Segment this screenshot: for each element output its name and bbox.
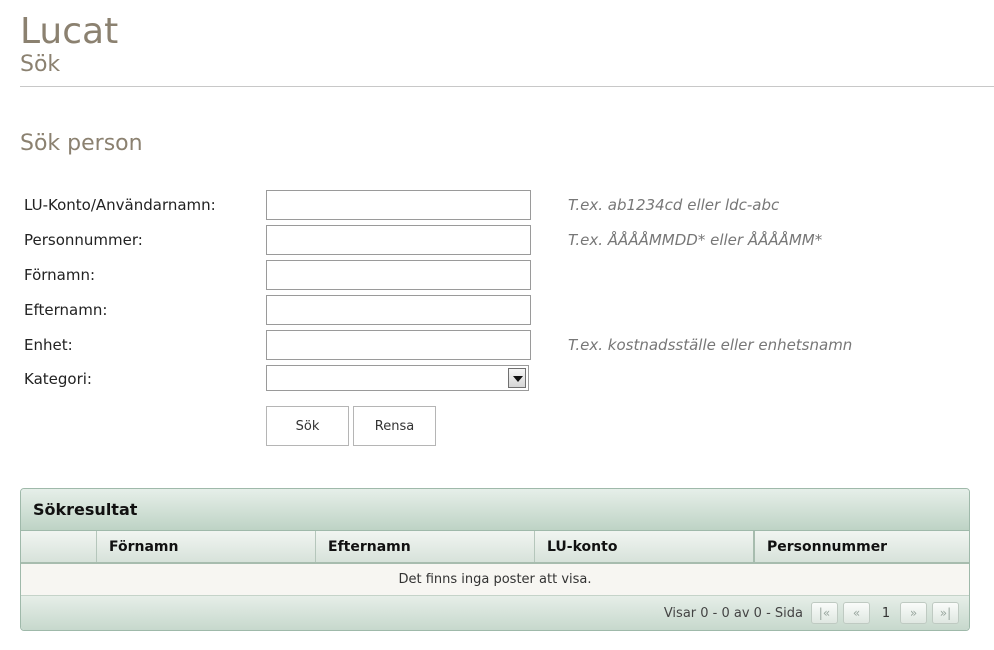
results-column-headers: Förnamn Efternamn LU-konto Personnummer xyxy=(21,531,969,564)
reset-button[interactable]: Rensa xyxy=(353,406,436,446)
first-page-icon[interactable]: |« xyxy=(811,602,838,624)
results-panel: Sökresultat Förnamn Efternamn LU-konto P… xyxy=(20,488,970,631)
last-name-label: Efternamn: xyxy=(24,301,108,319)
search-button[interactable]: Sök xyxy=(266,406,349,446)
previous-page-icon[interactable]: « xyxy=(843,602,870,624)
last-name-input[interactable] xyxy=(266,295,531,325)
personal-number-label: Personnummer: xyxy=(24,231,143,249)
page-subtitle: Sök xyxy=(20,52,61,77)
column-header-first-name[interactable]: Förnamn xyxy=(96,531,315,562)
category-label: Kategori: xyxy=(24,370,92,388)
form-row-first-name: Förnamn: xyxy=(0,260,994,290)
chevron-down-icon[interactable] xyxy=(508,368,526,388)
last-page-icon[interactable]: »| xyxy=(932,602,959,624)
results-title: Sökresultat xyxy=(33,500,138,519)
current-page-number: 1 xyxy=(881,606,891,621)
form-row-unit: Enhet: T.ex. kostnadsställe eller enhets… xyxy=(0,330,994,360)
unit-input[interactable] xyxy=(266,330,531,360)
column-header-personal-number[interactable]: Personnummer xyxy=(753,531,969,562)
form-row-last-name: Efternamn: xyxy=(0,295,994,325)
first-name-label: Förnamn: xyxy=(24,266,96,284)
form-row-category: Kategori: xyxy=(0,365,994,395)
personal-number-input[interactable] xyxy=(266,225,531,255)
username-hint: T.ex. ab1234cd eller ldc-abc xyxy=(568,196,780,214)
section-title: Sök person xyxy=(20,131,143,156)
unit-label: Enhet: xyxy=(24,336,73,354)
category-select[interactable] xyxy=(266,365,529,391)
unit-hint: T.ex. kostnadsställe eller enhetsnamn xyxy=(568,336,853,354)
column-header-select xyxy=(21,531,96,562)
pager-summary: Visar 0 - 0 av 0 - Sida xyxy=(663,606,803,621)
empty-results-message: Det finns inga poster att visa. xyxy=(21,564,969,596)
next-page-icon[interactable]: » xyxy=(900,602,927,624)
column-header-lu-account[interactable]: LU-konto xyxy=(534,531,753,562)
form-row-personal-number: Personnummer: T.ex. ÅÅÅÅMMDD* eller ÅÅÅÅ… xyxy=(0,225,994,255)
username-label: LU-Konto/Användarnamn: xyxy=(24,196,216,214)
first-name-input[interactable] xyxy=(266,260,531,290)
personal-number-hint: T.ex. ÅÅÅÅMMDD* eller ÅÅÅÅMM* xyxy=(568,231,823,249)
username-input[interactable] xyxy=(266,190,531,220)
form-row-username: LU-Konto/Användarnamn: T.ex. ab1234cd el… xyxy=(0,190,994,220)
results-header: Sökresultat xyxy=(21,489,969,531)
pager-bar: Visar 0 - 0 av 0 - Sida |« « 1 » »| xyxy=(21,596,969,630)
header-divider xyxy=(20,86,994,87)
column-header-last-name[interactable]: Efternamn xyxy=(315,531,534,562)
app-title: Lucat xyxy=(20,11,119,52)
